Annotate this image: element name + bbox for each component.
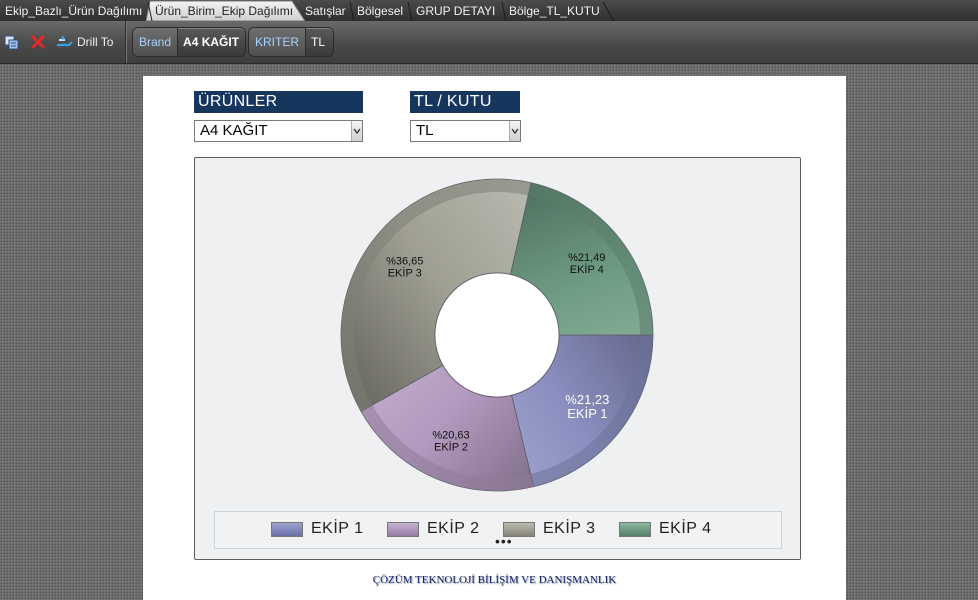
slice-percent-label-4: %21,49 (568, 252, 605, 264)
dropdown-arrow-icon[interactable] (351, 121, 362, 141)
drill-to-icon (57, 36, 73, 47)
legend-label: EKİP 4 (659, 520, 712, 537)
legend-label: EKİP 1 (311, 520, 364, 537)
legend-item-ekip-3[interactable]: EKİP 3 (503, 519, 596, 539)
drill-to-label: Drill To (77, 35, 114, 49)
selection-field-brand[interactable]: Brand (133, 28, 179, 56)
unit-dropdown[interactable]: TL (410, 120, 521, 142)
slice-name-label-1: EKİP 1 (567, 406, 607, 421)
slice-name-label-4: EKİP 4 (570, 263, 604, 276)
clear-x-icon (31, 35, 45, 49)
donut-chart[interactable]: %21,23EKİP 1 %20,63EKİP 2 %36,65EKİP 3 %21,… (195, 158, 800, 508)
selection-value-brand: A4 KAĞIT (183, 35, 240, 49)
legend-swatch (619, 521, 651, 537)
legend-more-indicator[interactable]: ••• (495, 533, 513, 549)
unit-selected-value: TL (416, 122, 434, 139)
dropdown-arrow-icon[interactable] (509, 121, 520, 141)
legend-swatch (387, 521, 419, 537)
sheet-canvas: ÜRÜNLER A4 KAĞIT TL / KUTU TL %21,23 EKİP… (143, 76, 846, 600)
legend-label: EKİP 3 (543, 520, 596, 537)
drill-to-button[interactable]: Drill To (55, 31, 113, 53)
legend-item-ekip-1[interactable]: EKİP 1 (271, 519, 364, 539)
selections-toolbar: Drill To Brand A4 KAĞIT KRITER TL (0, 21, 978, 64)
sheet-tab-bar: Ekip_Bazlı_Ürün Dağılımı Ürün_Birim_Ekip… (0, 0, 978, 22)
clear-selections-button[interactable] (30, 31, 48, 53)
chart-legend: EKİP 1 EKİP 2 EKİP 3 EKİP 4 ••• (214, 511, 782, 549)
legend-item-ekip-4[interactable]: EKİP 4 (619, 519, 712, 539)
products-dropdown[interactable]: A4 KAĞIT (194, 120, 363, 142)
current-selection-brand[interactable]: Brand A4 KAĞIT (132, 27, 246, 57)
donut-hole (434, 272, 560, 398)
unit-filter-title: TL / KUTU (410, 91, 520, 113)
select-fields-icon (4, 35, 19, 50)
current-selection-kriter[interactable]: KRITER TL (248, 27, 334, 57)
products-filter-title: ÜRÜNLER (194, 91, 363, 113)
donut-chart-panel: %21,23 EKİP 1 %20,63 EKİP 2 %36,65 EKİP 3 %21,… (194, 157, 801, 560)
legend-swatch (271, 521, 303, 537)
slice-name-label-2: EKİP 2 (434, 440, 468, 453)
legend-item-ekip-2[interactable]: EKİP 2 (387, 519, 480, 539)
legend-label: EKİP 2 (427, 520, 480, 537)
products-selected-value: A4 KAĞIT (200, 122, 268, 139)
slice-percent-label-2: %20,63 (432, 429, 469, 441)
slice-percent-label-3: %36,65 (386, 255, 423, 267)
selection-value-kriter: TL (311, 35, 326, 49)
toolbar-separator (125, 21, 126, 63)
tab-dividers (147, 1, 615, 21)
company-footer: ÇÖZÜM TEKNOLOJİ BİLİŞİM VE DANIŞMANLIK (372, 574, 617, 586)
slice-percent-label-1: %21,23 (565, 392, 609, 407)
select-tool-button[interactable] (4, 31, 22, 53)
slice-name-label-3: EKİP 3 (388, 266, 422, 279)
selection-field-kriter[interactable]: KRITER (249, 28, 307, 56)
